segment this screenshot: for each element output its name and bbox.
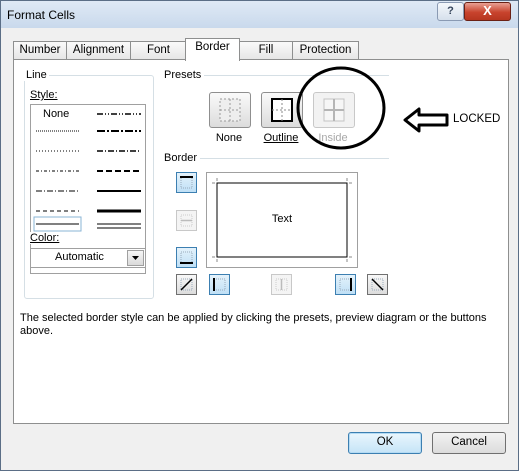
- preset-none-button[interactable]: [209, 92, 251, 128]
- presets-group-label: Presets: [162, 69, 204, 81]
- tab-alignment[interactable]: Alignment: [66, 41, 131, 60]
- border-group-label: Border: [162, 152, 200, 164]
- title-bar[interactable]: Format Cells ? X: [1, 1, 518, 28]
- preset-outline-button[interactable]: [261, 92, 303, 128]
- preset-inside-icon: [323, 98, 345, 122]
- tab-number[interactable]: Number: [13, 41, 67, 60]
- preset-none-label: None: [215, 132, 243, 144]
- presets-divider: [204, 75, 389, 76]
- border-inside-horizontal-icon: [180, 214, 193, 227]
- tab-font[interactable]: Font: [130, 41, 187, 60]
- border-bottom-icon: [180, 251, 193, 264]
- preset-none-icon: [219, 98, 241, 122]
- locked-label: LOCKED: [453, 113, 501, 125]
- border-top-button[interactable]: [176, 172, 197, 193]
- ok-button[interactable]: OK: [348, 432, 422, 454]
- preset-outline-icon: [271, 98, 293, 122]
- help-button[interactable]: ?: [437, 2, 464, 21]
- style-label: Style:: [28, 89, 60, 101]
- color-value: Automatic: [55, 251, 104, 263]
- close-button[interactable]: X: [464, 2, 511, 21]
- color-dropdown[interactable]: Automatic: [30, 248, 146, 268]
- preview-text: Text: [271, 213, 293, 225]
- border-diagonal-up-button[interactable]: [176, 274, 197, 295]
- border-bottom-button[interactable]: [176, 247, 197, 268]
- border-diagonal-down-icon: [371, 278, 384, 291]
- dropdown-arrow-icon[interactable]: [127, 250, 144, 266]
- border-inside-vertical-button[interactable]: [271, 274, 292, 295]
- cancel-button[interactable]: Cancel: [432, 432, 506, 454]
- border-inside-horizontal-button[interactable]: [176, 210, 197, 231]
- border-right-button[interactable]: [335, 274, 356, 295]
- preset-inside-button[interactable]: [313, 92, 355, 128]
- border-left-button[interactable]: [209, 274, 230, 295]
- border-tab-panel: Line Style: None Color: Automatic Preset…: [13, 59, 509, 424]
- color-label: Color:: [28, 232, 62, 244]
- tab-fill[interactable]: Fill: [239, 41, 293, 60]
- border-right-icon: [339, 278, 352, 291]
- border-preview[interactable]: Text: [206, 172, 358, 268]
- border-inside-vertical-icon: [275, 278, 288, 291]
- preset-outline-label: Outline: [263, 132, 299, 144]
- border-divider: [200, 158, 389, 159]
- window-title: Format Cells: [7, 8, 76, 22]
- tab-border[interactable]: Border: [185, 38, 240, 61]
- border-diagonal-up-icon: [180, 278, 193, 291]
- help-text: The selected border style can be applied…: [20, 312, 487, 337]
- line-group-label: Line: [24, 69, 49, 81]
- tab-protection[interactable]: Protection: [292, 41, 359, 60]
- preset-inside-label: Inside: [318, 132, 348, 144]
- border-left-icon: [213, 278, 226, 291]
- format-cells-dialog: Format Cells ? X Number Alignment Font B…: [0, 0, 519, 471]
- border-top-icon: [180, 176, 193, 189]
- border-diagonal-down-button[interactable]: [367, 274, 388, 295]
